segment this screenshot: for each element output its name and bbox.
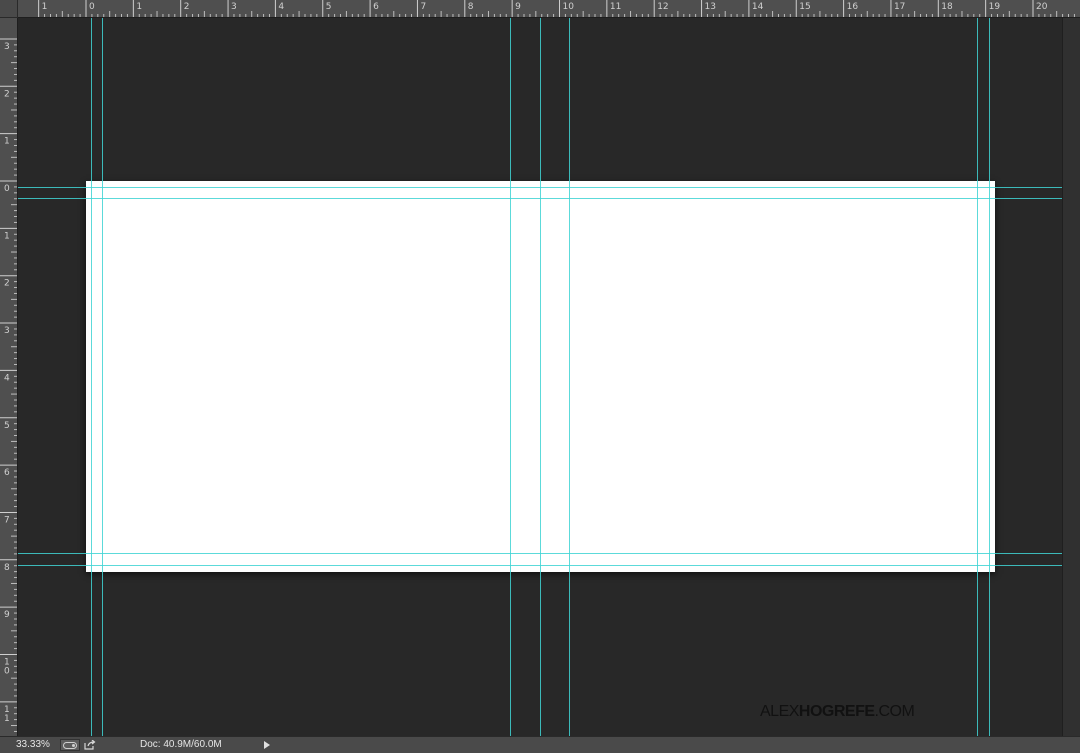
ruler-corner[interactable] bbox=[0, 0, 18, 18]
ruler-left-label: 6 bbox=[4, 468, 10, 478]
ruler-top-label: 3 bbox=[231, 2, 237, 12]
ruler-left-label: 4 bbox=[4, 373, 10, 383]
guide-vertical-spine-left[interactable] bbox=[510, 18, 511, 736]
share-icon bbox=[84, 740, 96, 750]
ruler-top-label: 18 bbox=[941, 2, 953, 12]
ruler-top-label: 5 bbox=[326, 2, 332, 12]
ruler-top-label: 12 bbox=[657, 2, 668, 12]
horizontal-ruler[interactable]: 1 0 1 2 3 4 5 6 7 8 9 10 11 12 13 14 15 16 17 18 19 20 bbox=[18, 0, 1080, 18]
ruler-top-label: 6 bbox=[373, 2, 379, 12]
zoom-level-field[interactable]: 33.33% bbox=[0, 737, 56, 753]
ruler-top-label: 11 bbox=[610, 2, 621, 12]
ruler-left-label: 3 bbox=[4, 42, 10, 52]
guide-vertical-margin-right[interactable] bbox=[977, 18, 978, 736]
ruler-top-label: 16 bbox=[847, 2, 859, 12]
ruler-top-label: 14 bbox=[752, 2, 764, 12]
ruler-top-label: 9 bbox=[515, 2, 521, 12]
guide-horizontal-margin-top[interactable] bbox=[18, 198, 1062, 199]
document-size-info: Doc: 40.9M/60.0M bbox=[140, 739, 222, 750]
status-menu-arrow-icon[interactable] bbox=[262, 740, 272, 750]
ruler-top-label: 2 bbox=[184, 2, 190, 12]
ruler-top-label: 19 bbox=[989, 2, 1001, 12]
ruler-top-label: 15 bbox=[799, 2, 810, 12]
ruler-top-label: 8 bbox=[468, 2, 474, 12]
ruler-top-label: 1 bbox=[136, 2, 142, 12]
watermark-suffix: .COM bbox=[874, 703, 915, 720]
ruler-left-label: 0 bbox=[4, 184, 10, 194]
ruler-top-label: 1 bbox=[42, 2, 48, 12]
watermark-bold: HOGREFE bbox=[798, 703, 875, 720]
watermark-logo: ALEXHOGREFE.COM bbox=[760, 703, 915, 721]
guide-vertical-bleed-right[interactable] bbox=[989, 18, 990, 736]
guide-vertical-spine-right[interactable] bbox=[569, 18, 570, 736]
vertical-scrollbar[interactable] bbox=[1062, 18, 1080, 736]
ruler-left-label: 7 bbox=[4, 515, 10, 525]
guide-vertical-margin-left[interactable] bbox=[102, 18, 103, 736]
toggle-icon bbox=[63, 741, 77, 749]
ruler-left-label: 8 bbox=[4, 563, 10, 573]
ruler-left-label: 3 bbox=[4, 326, 10, 336]
status-options-button[interactable] bbox=[60, 739, 80, 751]
guide-horizontal-margin-bottom[interactable] bbox=[18, 553, 1062, 554]
guide-vertical-spine-center[interactable] bbox=[540, 18, 541, 736]
ruler-left-label: 2 bbox=[4, 279, 10, 289]
vertical-ruler[interactable]: 32101234567891011 bbox=[0, 18, 18, 736]
share-button[interactable] bbox=[82, 739, 98, 751]
ruler-top-label: 10 bbox=[563, 2, 575, 12]
guide-horizontal-bleed-top[interactable] bbox=[18, 187, 1062, 188]
ruler-left-label: 2 bbox=[4, 89, 10, 99]
guide-horizontal-bleed-bottom[interactable] bbox=[18, 565, 1062, 566]
ruler-left-label: 1 bbox=[4, 137, 10, 147]
horizontal-ruler-ticks: 1 0 1 2 3 4 5 6 7 8 9 10 11 12 13 14 15 16 17 18 19 20 bbox=[38, 0, 1075, 17]
ruler-left-label: 1 bbox=[4, 231, 10, 241]
ruler-left-label: 1 bbox=[4, 714, 10, 724]
ruler-left-label: 5 bbox=[4, 421, 10, 431]
status-bar: 33.33% Doc: 40.9M/60.0M bbox=[0, 736, 1080, 753]
ruler-top-label: 20 bbox=[1036, 2, 1048, 12]
ruler-top-label: 7 bbox=[420, 2, 426, 12]
watermark-light: ALEX bbox=[760, 703, 799, 720]
ruler-left-label: 0 bbox=[4, 667, 10, 677]
ruler-left-label: 9 bbox=[4, 610, 10, 620]
vertical-ruler-ticks: 32101234567891011 bbox=[0, 38, 17, 732]
ruler-top-label: 4 bbox=[278, 2, 284, 12]
ruler-top-label: 0 bbox=[89, 2, 95, 12]
guide-vertical-bleed-left[interactable] bbox=[91, 18, 92, 736]
ruler-top-label: 17 bbox=[894, 2, 905, 12]
ruler-top-label: 13 bbox=[705, 2, 716, 12]
